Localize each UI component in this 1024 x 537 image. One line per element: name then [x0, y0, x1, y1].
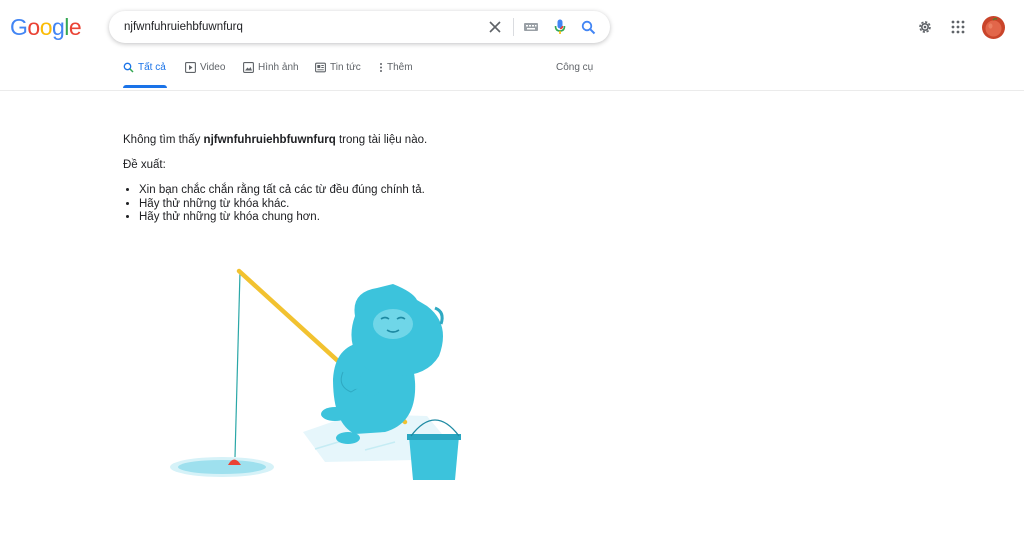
apps-icon[interactable] [948, 17, 968, 37]
query-text: njfwnfuhruiehbfuwnfurq [203, 134, 336, 146]
fishing-line [234, 271, 241, 458]
google-logo[interactable]: Google [10, 14, 82, 41]
tab-label: Tin tức [330, 62, 361, 73]
monster-face [373, 309, 413, 339]
no-results-suffix: trong tài liệu nào. [335, 134, 428, 146]
logo-letter: o [39, 14, 53, 40]
tab-video[interactable]: Video [185, 62, 225, 88]
list-item: Hãy thử những từ khóa chung hơn. [139, 211, 425, 225]
play-icon [185, 62, 196, 73]
settings-icon[interactable] [915, 17, 935, 37]
no-results-message: Không tìm thấy njfwnfuhruiehbfuwnfurq tr… [123, 134, 427, 146]
tab-all[interactable]: Tất cả [123, 62, 167, 88]
tab-more[interactable]: Thêm [379, 62, 413, 88]
logo-letter: G [10, 14, 28, 40]
search-icon[interactable] [579, 18, 597, 36]
news-icon [315, 62, 326, 73]
tab-news[interactable]: Tin tức [315, 62, 361, 88]
tab-label: Thêm [387, 62, 413, 73]
top-header: Google Tất cả Video [0, 0, 1024, 91]
clear-icon[interactable] [486, 18, 504, 36]
monster-foot [321, 407, 349, 421]
search-divider [513, 18, 514, 36]
search-icon [123, 62, 134, 73]
monster-hand [346, 375, 364, 389]
tab-label: Hình ảnh [258, 62, 299, 73]
tab-label: Video [200, 62, 226, 73]
no-results-prefix: Không tìm thấy [123, 134, 204, 146]
list-item: Hãy thử những từ khóa khác. [139, 198, 425, 212]
logo-letter: g [51, 14, 65, 40]
image-icon [243, 62, 254, 73]
list-item: Xin bạn chắc chắn rằng tất cả các từ đều… [139, 184, 425, 198]
ice-hole-water [178, 460, 266, 474]
fishing-monster-illustration [170, 268, 461, 480]
tab-images[interactable]: Hình ảnh [243, 62, 299, 88]
tools-button[interactable]: Công cụ [556, 62, 593, 73]
more-vert-icon [380, 63, 382, 72]
monster-hand [363, 384, 379, 396]
tab-label: Tất cả [138, 62, 166, 73]
logo-letter: o [27, 14, 40, 40]
logo-letter: e [68, 14, 82, 40]
suggestions-list: Xin bạn chắc chắn rằng tất cả các từ đều… [139, 184, 425, 225]
search-input[interactable] [124, 11, 464, 43]
keyboard-icon[interactable] [522, 18, 540, 36]
bucket [409, 436, 459, 480]
microphone-icon[interactable] [551, 18, 569, 36]
avatar[interactable] [982, 16, 1005, 39]
search-box [109, 11, 610, 43]
bucket-rim [407, 434, 461, 440]
monster-foot [336, 432, 360, 444]
suggestions-title: Đề xuất: [123, 159, 166, 171]
active-tab-underline [123, 85, 167, 88]
